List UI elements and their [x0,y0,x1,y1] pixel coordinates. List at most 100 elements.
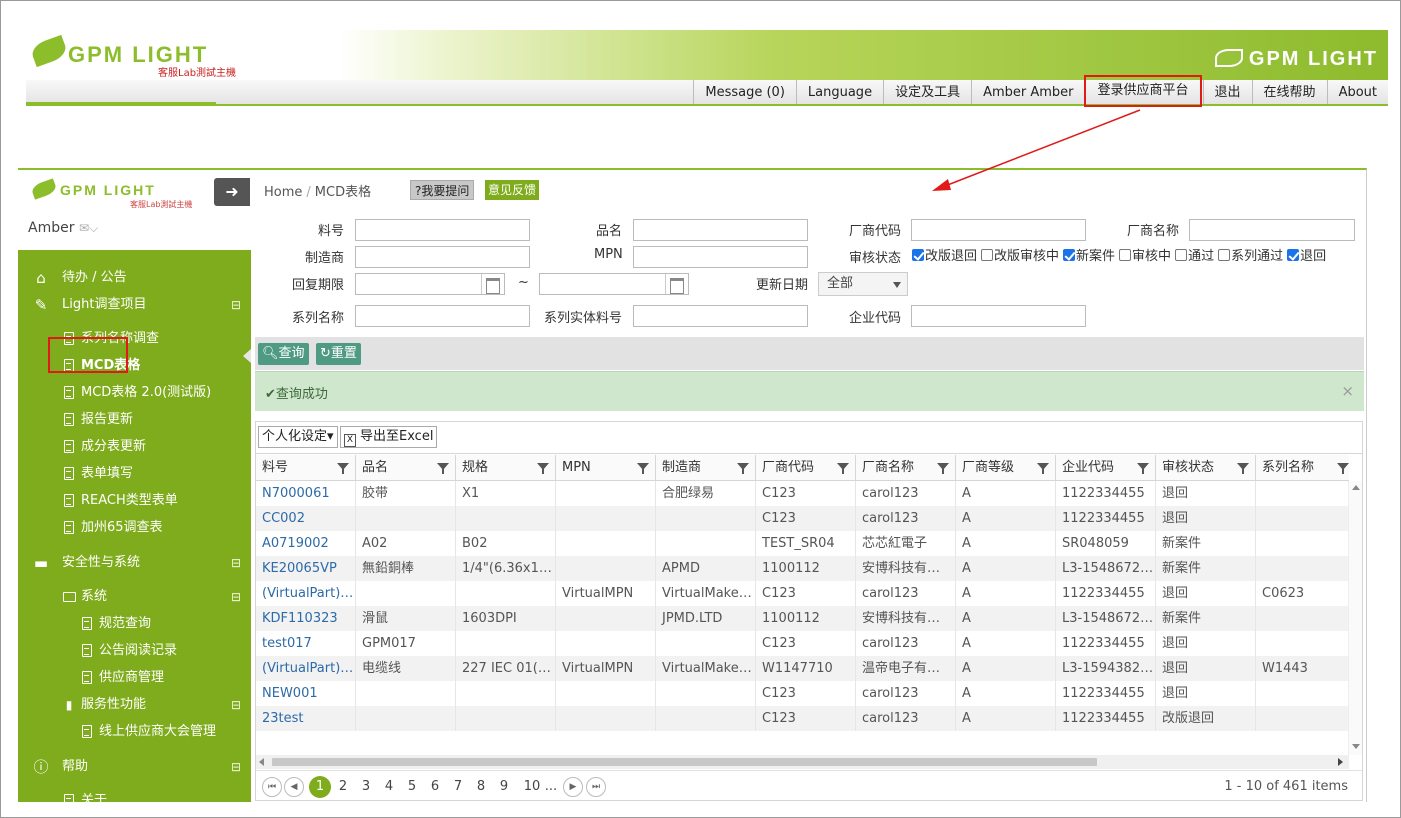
column-header[interactable]: 系列名称 [1256,455,1349,480]
table-row[interactable]: (VirtualPart)… 电缆线 227 IEC 01(… VirtualMPN V… [256,656,1349,681]
filter-icon[interactable] [537,463,549,474]
personalize-settings-button[interactable]: 个人化设定▾ [258,426,338,448]
sidebar-item[interactable]: 加州65调查表 [18,515,251,541]
page-number[interactable]: 2 [335,777,351,797]
part-no-link[interactable]: KE20065VP [256,556,356,581]
table-row[interactable]: N7000061 胶带 X1 合肥绿易 C123 carol123 A 1122334455 退… [256,481,1349,506]
part-no-link[interactable]: A0719002 [256,531,356,556]
filter-icon[interactable] [1037,463,1049,474]
part-no-link[interactable]: KDF110323 [256,606,356,631]
collapse-toggle-icon[interactable]: ⊟ [231,692,241,718]
sidebar-item[interactable]: 公告阅读记录 [18,638,251,664]
part-no-link[interactable]: NEW001 [256,681,356,706]
table-row[interactable]: KDF110323 滑鼠 1603DPI JPMD.LTD 1100112 安博科技有… A… [256,606,1349,631]
collapse-toggle-icon[interactable]: ⊟ [231,550,241,576]
column-header[interactable]: 厂商代码 [756,455,856,480]
page-number[interactable]: 9 [496,777,512,797]
table-row[interactable]: NEW001 C123 carol123 A 1122334455 退回 [256,681,1349,706]
filter-icon[interactable] [437,463,449,474]
filter-icon[interactable] [737,463,749,474]
sidebar-item[interactable]: ✎ Light调查项目 ⊟ [18,292,251,318]
name-input[interactable] [633,219,808,241]
top-nav-item[interactable]: 退出 [1202,80,1252,104]
first-page-button[interactable]: ⏮ [262,777,282,797]
sidebar-item[interactable]: 成分表更新 [18,434,251,460]
column-header[interactable]: 规格 [456,455,556,480]
filter-icon[interactable] [1137,463,1149,474]
page-number[interactable]: 6 [427,777,443,797]
review-status-checkbox[interactable]: 退回 [1287,245,1326,264]
column-header[interactable]: 厂商等级 [956,455,1056,480]
top-nav-item[interactable]: Amber Amber [971,80,1084,104]
review-status-checkbox[interactable]: 改版退回 [912,245,977,264]
column-header[interactable]: 企业代码 [1056,455,1156,480]
app-logo[interactable]: GPM LIGHT 客服Lab測試主機 [29,34,270,79]
sidebar-item[interactable]: 表单填写 [18,461,251,487]
sidebar-item[interactable]: ⓘ 帮助 ⊟ [18,754,251,780]
sidebar-item[interactable]: 系统 ⊟ [18,584,251,610]
top-nav-item[interactable]: Language [795,80,883,104]
table-row[interactable]: CC002 C123 carol123 A 1122334455 退回 [256,506,1349,531]
part-no-link[interactable]: 23test [256,706,356,731]
filter-icon[interactable] [937,463,949,474]
prev-page-button[interactable]: ◀ [284,777,304,797]
page-number[interactable]: 1 [309,776,331,798]
horizontal-scrollbar[interactable] [256,755,1349,769]
part-no-link[interactable]: (VirtualPart)… [256,581,356,606]
sidebar-item[interactable]: 规范查询 [18,611,251,637]
sidebar-item[interactable]: 供应商管理 [18,665,251,691]
page-number[interactable]: 3 [358,777,374,797]
column-header[interactable]: 审核状态 [1156,455,1256,480]
part-no-link[interactable]: (VirtualPart)… [256,656,356,681]
page-number[interactable]: ... [543,777,559,797]
part-no-link[interactable]: test017 [256,631,356,656]
query-button[interactable]: 🔍︎查询 [258,343,309,365]
breadcrumb-home[interactable]: Home [264,185,302,200]
next-page-button[interactable]: ▶ [563,777,583,797]
table-row[interactable]: KE20065VP 無鉛銅棒 1/4"(6.36x1.… APMD 1100112 安博科… [256,556,1349,581]
sidebar-item[interactable]: REACH类型表单 [18,488,251,514]
sidebar-item[interactable]: 报告更新 [18,407,251,433]
sidebar-item[interactable]: 关于 [18,788,251,814]
table-row[interactable]: A0719002 A02 B02 TEST_SR04 芯芯紅電子 A SR048059 新案件 [256,531,1349,556]
last-page-button[interactable]: ⏭ [586,777,606,797]
user-menu[interactable]: Amber ✉⌵ [28,220,98,236]
collapse-toggle-icon[interactable]: ⊟ [231,754,241,780]
column-header[interactable]: MPN [556,455,656,480]
sidebar-item[interactable]: ▮ 服务性功能 ⊟ [18,692,251,718]
ask-question-button[interactable]: ?我要提问 [410,180,475,200]
page-number[interactable]: 7 [450,777,466,797]
column-header[interactable]: 料号 [256,455,356,480]
page-number[interactable]: 8 [473,777,489,797]
series-entity-part-input[interactable] [633,305,808,327]
review-status-checkbox[interactable]: 改版审核中 [981,245,1059,264]
column-header[interactable]: 厂商名称 [856,455,956,480]
column-header[interactable]: 制造商 [656,455,756,480]
review-status-checkbox[interactable]: 通过 [1175,245,1214,264]
sidebar-item[interactable]: ⌂ 待办 / 公告 [18,265,251,291]
column-header[interactable]: 品名 [356,455,456,480]
top-nav-item[interactable]: Message (0) [693,80,796,104]
manufacturer-input[interactable] [355,246,530,268]
update-date-select[interactable]: 全部 [818,272,908,296]
close-icon[interactable]: × [1341,382,1354,400]
sidebar-item[interactable]: ▬ 安全性与系统 ⊟ [18,550,251,576]
page-number[interactable]: 10 [522,777,542,797]
table-row[interactable]: (VirtualPart)… VirtualMPN VirtualMaker… C12… [256,581,1349,606]
top-nav-item[interactable]: 设定及工具 [883,80,971,104]
table-row[interactable]: 23test C123 carol123 A 1122334455 改版退回 [256,706,1349,731]
feedback-button[interactable]: 意见反馈 [485,180,540,200]
collapse-sidebar-button[interactable]: ➜ [214,178,250,206]
filter-icon[interactable] [1337,463,1349,474]
review-status-checkbox[interactable]: 新案件 [1063,245,1115,264]
collapse-toggle-icon[interactable]: ⊟ [231,292,241,318]
filter-icon[interactable] [637,463,649,474]
scrollbar-thumb[interactable] [272,758,1097,766]
reply-deadline-from[interactable] [355,273,505,295]
vendor-code-input[interactable] [911,219,1086,241]
mpn-input[interactable] [633,246,808,268]
review-status-checkbox[interactable]: 审核中 [1119,245,1171,264]
filter-icon[interactable] [837,463,849,474]
top-nav-item[interactable]: 登录供应商平台 [1083,75,1202,107]
top-nav-item[interactable]: About [1326,80,1388,104]
